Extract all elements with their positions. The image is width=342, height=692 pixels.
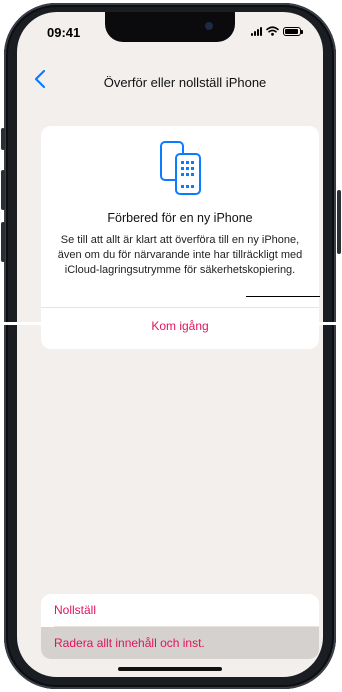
signal-icon (251, 26, 262, 36)
camera-icon (205, 22, 213, 30)
render-artifact-line (246, 296, 320, 297)
home-indicator[interactable] (118, 667, 222, 671)
chevron-left-icon (34, 69, 46, 89)
erase-all-item[interactable]: Radera allt innehåll och inst. (41, 627, 319, 659)
card-divider (41, 307, 319, 308)
phone-screen: 09:41 Överför eller nollställ iPhone För… (17, 12, 323, 677)
prepare-card: Förbered för en ny iPhone Se till att al… (41, 126, 319, 349)
volume-up-button (1, 170, 5, 210)
reset-item[interactable]: Nollställ (41, 594, 319, 626)
mute-switch (1, 128, 5, 150)
battery-icon (283, 26, 303, 36)
back-button[interactable] (29, 69, 51, 93)
render-artifact-band (0, 322, 342, 325)
wifi-icon (266, 26, 279, 36)
page-title: Överför eller nollställ iPhone (103, 75, 267, 90)
notch (105, 12, 235, 42)
volume-down-button (1, 222, 5, 262)
battery-fill (285, 28, 298, 34)
two-phones-icon (160, 141, 201, 195)
card-description: Se till att allt är klart att överföra t… (57, 234, 303, 276)
status-icons (251, 25, 303, 37)
card-title: Förbered för en ny iPhone (107, 211, 253, 225)
reset-options-list: Nollställ Radera allt innehåll och inst. (41, 594, 319, 659)
status-time: 09:41 (47, 25, 81, 40)
side-button (337, 190, 341, 254)
